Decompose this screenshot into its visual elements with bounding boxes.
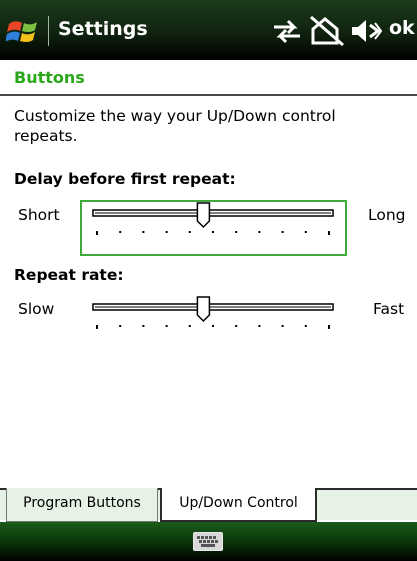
slider-tick — [212, 231, 214, 233]
slider-tick — [235, 325, 238, 327]
slider-tick — [188, 231, 191, 233]
slider-tick — [188, 325, 191, 327]
slider-tick — [165, 325, 168, 327]
slider-tick — [96, 231, 98, 235]
tab-strip: Program Buttons Up/Down Control — [0, 488, 417, 522]
slider-thumb[interactable] — [196, 202, 211, 229]
title-divider — [48, 16, 49, 46]
repeat-rate-label: Repeat rate: — [14, 266, 124, 284]
slider-tick — [142, 231, 145, 233]
slider-tick — [304, 325, 307, 327]
tab-up-down-control[interactable]: Up/Down Control — [160, 488, 317, 522]
delay-slider[interactable] — [89, 201, 337, 241]
description-text: Customize the way your Up/Down control r… — [14, 107, 336, 145]
title-bar: Settings ok — [0, 0, 417, 60]
slider-tick — [258, 325, 261, 327]
signal-off-icon[interactable] — [309, 15, 345, 47]
app-title: Settings — [58, 18, 148, 40]
windows-start-icon[interactable] — [6, 14, 40, 48]
slider-tick — [212, 325, 214, 327]
delay-max-label: Long — [368, 206, 406, 224]
slider-tick — [142, 325, 145, 327]
connectivity-icon[interactable] — [270, 17, 304, 45]
slider-tick — [119, 231, 122, 233]
slider-tick — [96, 325, 98, 329]
slider-tick — [328, 325, 330, 329]
rate-min-label: Slow — [18, 300, 55, 318]
delay-label: Delay before first repeat: — [14, 170, 236, 188]
menu-bar — [0, 522, 417, 561]
slider-tick — [258, 231, 261, 233]
tab-strip-filler — [317, 490, 417, 518]
delay-min-label: Short — [18, 206, 60, 224]
page-title: Buttons — [14, 68, 85, 87]
slider-tick — [235, 231, 238, 233]
repeat-rate-slider[interactable] — [89, 295, 337, 335]
keyboard-icon[interactable] — [193, 532, 223, 551]
slider-tick — [328, 231, 330, 235]
tab-program-buttons[interactable]: Program Buttons — [6, 488, 158, 522]
slider-tick — [119, 325, 122, 327]
slider-tick — [304, 231, 307, 233]
slider-tick — [281, 231, 284, 233]
slider-tick — [165, 231, 168, 233]
slider-thumb[interactable] — [196, 296, 211, 323]
slider-tick — [281, 325, 284, 327]
header-divider — [0, 94, 417, 96]
ok-button[interactable]: ok — [389, 17, 415, 39]
volume-off-icon[interactable] — [348, 17, 382, 45]
rate-max-label: Fast — [373, 300, 405, 318]
